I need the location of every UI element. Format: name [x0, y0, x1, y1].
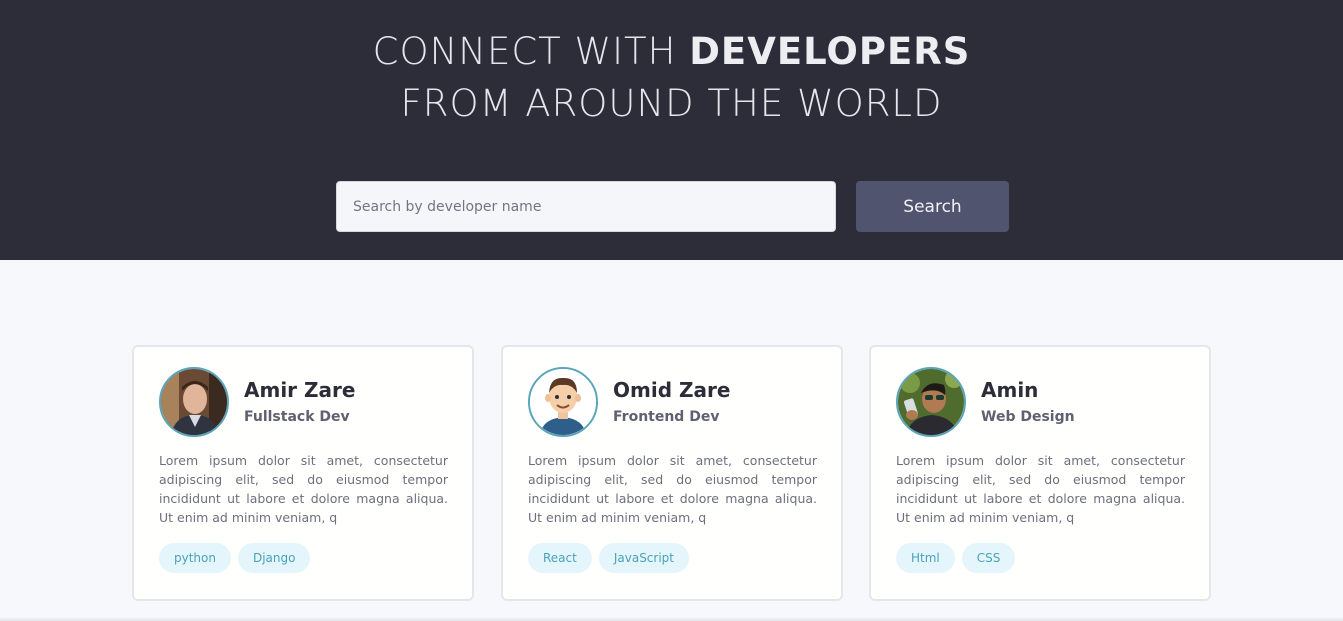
- hero-title-highlight: DEVELOPERS: [689, 30, 971, 73]
- developer-bio: Lorem ipsum dolor sit amet, consectetur …: [528, 453, 817, 525]
- developer-role: Fullstack Dev: [244, 409, 350, 425]
- photo-avatar-icon: [898, 369, 964, 435]
- page-fold-shadow: [0, 617, 1343, 621]
- developer-card[interactable]: Amin Web Design Lorem ipsum dolor sit am…: [869, 345, 1211, 601]
- skill-tag[interactable]: python: [159, 543, 231, 573]
- skill-tag[interactable]: Html: [896, 543, 955, 573]
- skill-tag[interactable]: Django: [237, 543, 311, 573]
- search-button[interactable]: Search: [856, 181, 1009, 232]
- hero-title: CONNECT WITH DEVELOPERS FROM AROUND THE …: [0, 26, 1343, 130]
- skill-tags: python Django: [159, 543, 311, 573]
- developer-card[interactable]: Amir Zare Fullstack Dev Lorem ipsum dolo…: [132, 345, 474, 601]
- cartoon-avatar-icon: [530, 369, 596, 435]
- hero-title-part1: CONNECT WITH: [372, 30, 690, 73]
- developer-name: Amir Zare: [244, 378, 356, 402]
- developer-card[interactable]: Omid Zare Frontend Dev Lorem ipsum dolor…: [501, 345, 843, 601]
- developer-role: Frontend Dev: [613, 409, 720, 425]
- skill-tag[interactable]: CSS: [961, 543, 1016, 573]
- hero-section: CONNECT WITH DEVELOPERS FROM AROUND THE …: [0, 0, 1343, 260]
- developer-avatar: [528, 367, 598, 437]
- developer-bio: Lorem ipsum dolor sit amet, consectetur …: [896, 453, 1185, 525]
- developer-avatar: [896, 367, 966, 437]
- developer-bio: Lorem ipsum dolor sit amet, consectetur …: [159, 453, 448, 525]
- skill-tag[interactable]: JavaScript: [598, 543, 689, 573]
- hero-title-line2: FROM AROUND THE WORLD: [400, 82, 943, 125]
- developer-name: Omid Zare: [613, 378, 731, 402]
- skill-tags: React JavaScript: [528, 543, 689, 573]
- skill-tags: Html CSS: [896, 543, 1016, 573]
- search-input[interactable]: [336, 181, 836, 232]
- developer-name: Amin: [981, 378, 1039, 402]
- developer-avatar: [159, 367, 229, 437]
- photo-avatar-icon: [161, 369, 227, 435]
- skill-tag[interactable]: React: [528, 543, 592, 573]
- developer-role: Web Design: [981, 409, 1075, 425]
